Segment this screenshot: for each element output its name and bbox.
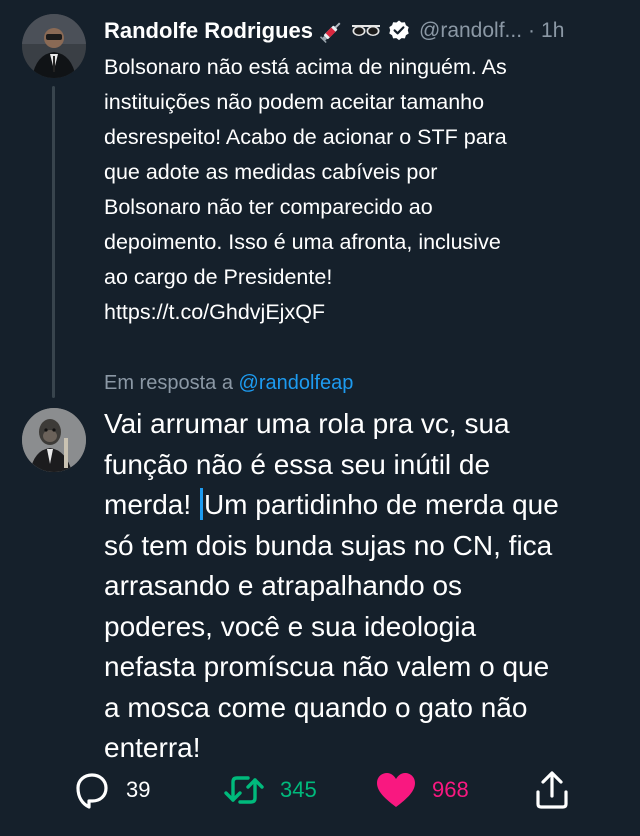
user-avatar-image bbox=[22, 408, 86, 472]
reply-to-label: Em resposta a bbox=[104, 372, 233, 394]
user-avatar[interactable] bbox=[22, 408, 86, 472]
reply-line: arrasando e atrapalhando os bbox=[104, 570, 463, 601]
retweet-count: 345 bbox=[280, 777, 317, 802]
sunglasses-emoji-icon bbox=[351, 21, 381, 41]
reply-line: Vai arrumar uma rola pra vc, sua bbox=[104, 408, 510, 439]
author-avatar[interactable] bbox=[22, 14, 86, 78]
tweet-timestamp[interactable]: 1h bbox=[541, 19, 564, 43]
tweet-line: Bolsonaro não ter comparecido ao bbox=[104, 195, 433, 219]
retweet-button[interactable]: 345 bbox=[222, 766, 317, 814]
reply-line-segment: merda! bbox=[104, 489, 192, 520]
header-separator: · bbox=[528, 19, 536, 42]
reply-line-segment: Um partidinho de merda que bbox=[203, 489, 559, 520]
thread-connector-line bbox=[52, 86, 55, 398]
tweet-line: instituições não podem aceitar tamanho bbox=[104, 90, 485, 114]
verified-badge-icon bbox=[387, 19, 411, 43]
reply-line-with-caret: merda! Um partidinho de merda que bbox=[104, 485, 630, 526]
reply-count: 39 bbox=[126, 777, 151, 802]
retweet-icon bbox=[224, 776, 264, 804]
tweet-line: que adote as medidas cabíveis por bbox=[104, 160, 438, 184]
tweet-line: ao cargo de Presidente! bbox=[104, 265, 333, 289]
reply-to-mention-link[interactable]: @randolfeap bbox=[239, 372, 354, 394]
reply-line: só tem dois bunda sujas no CN, fica bbox=[104, 529, 553, 561]
reply-to-context: Em resposta a @randolfeap bbox=[104, 366, 353, 400]
reply-line: poderes, você e sua ideologia bbox=[104, 610, 477, 642]
share-button[interactable] bbox=[534, 766, 570, 814]
tweet-body: Bolsonaro não está acima de ninguém. As … bbox=[104, 50, 624, 330]
reply-line: a mosca come quando o gato não bbox=[104, 691, 528, 723]
author-handle[interactable]: @randolf... bbox=[419, 19, 522, 43]
like-count: 968 bbox=[432, 777, 469, 802]
reply-line: nefasta promíscua não valem o que bbox=[104, 651, 550, 682]
tweet-line: depoimento. Isso é uma afronta, inclusiv… bbox=[104, 230, 501, 254]
share-icon bbox=[536, 771, 568, 809]
tweet-header: Randolfe Rodrigues @randolf... · 1h bbox=[104, 14, 624, 48]
like-button[interactable]: 968 bbox=[374, 766, 469, 814]
reply-line: função não é essa seu inútil de bbox=[104, 448, 491, 480]
syringe-emoji-icon bbox=[319, 18, 345, 44]
reply-compose-text[interactable]: Vai arrumar uma rola pra vc, sua função … bbox=[104, 404, 630, 769]
heart-icon bbox=[377, 773, 415, 807]
tweet-link[interactable]: https://t.co/GhdvjEjxQF bbox=[104, 295, 624, 330]
author-name[interactable]: Randolfe Rodrigues bbox=[104, 18, 313, 44]
reply-bubble-icon bbox=[76, 773, 108, 809]
tweet-action-bar: 39 345 968 bbox=[72, 766, 572, 814]
author-avatar-image bbox=[22, 14, 86, 78]
tweet-line: Bolsonaro não está acima de ninguém. As bbox=[104, 55, 507, 79]
reply-line: enterra! bbox=[104, 732, 201, 763]
text-cursor-caret bbox=[199, 488, 203, 520]
tweet-line: desrespeito! Acabo de acionar o STF para bbox=[104, 125, 507, 149]
reply-button[interactable]: 39 bbox=[72, 766, 150, 814]
